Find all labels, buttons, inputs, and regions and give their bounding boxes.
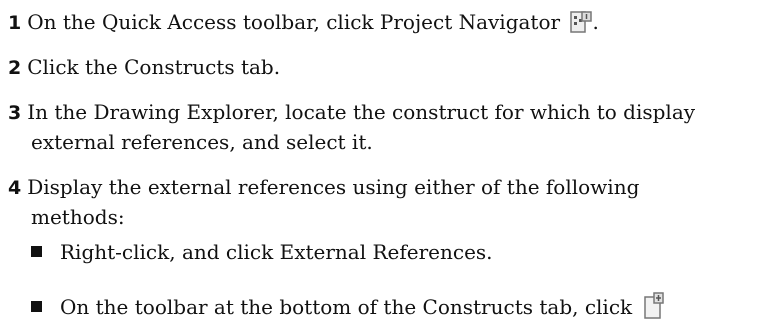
external-references-icon (643, 292, 665, 328)
instruction-step-4: 4 Display the external references using e… (8, 172, 639, 203)
step-number: 2 (8, 57, 22, 79)
step-number: 4 (8, 177, 22, 199)
bullet-text: On the toolbar at the bottom of the Cons… (60, 295, 633, 319)
step-text-end: . (592, 10, 599, 34)
bullet-item-1: Right-click, and click External Referenc… (31, 237, 493, 267)
bullet-square (31, 246, 42, 257)
instruction-step-3: 3 In the Drawing Explorer, locate the con… (8, 97, 695, 128)
step-text: Click the Constructs tab. (27, 55, 281, 79)
bullet-text: Right-click, and click External Referenc… (60, 240, 493, 264)
step-text: In the Drawing Explorer, locate the cons… (27, 100, 696, 124)
step-text: On the Quick Access toolbar, click Proje… (27, 10, 561, 34)
step-number: 3 (8, 102, 22, 124)
instruction-step-1: 1 On the Quick Access toolbar, click Proj… (8, 7, 599, 43)
step-continuation: external references, and select it. (31, 130, 373, 154)
step-number: 1 (8, 12, 22, 34)
step-text: Display the external references using ei… (27, 175, 640, 199)
step-continuation: methods: (31, 205, 125, 229)
bullet-item-2: On the toolbar at the bottom of the Cons… (31, 292, 665, 328)
project-navigator-icon (570, 11, 593, 43)
bullet-square (31, 301, 42, 312)
instruction-step-2: 2 Click the Constructs tab. (8, 52, 280, 83)
